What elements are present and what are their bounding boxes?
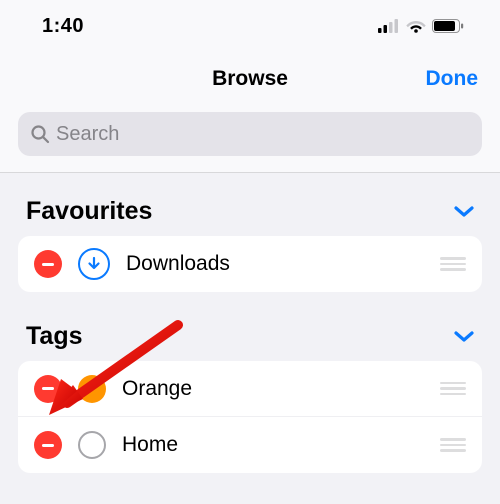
tags-card: Orange Home [18, 361, 482, 473]
drag-handle-icon[interactable] [440, 382, 466, 396]
wifi-icon [406, 19, 426, 33]
downloads-icon [78, 248, 110, 280]
favourites-title: Favourites [26, 197, 152, 226]
delete-button[interactable] [34, 250, 62, 278]
battery-icon [432, 19, 464, 33]
chevron-down-icon [454, 205, 474, 218]
search-container: Search [0, 106, 500, 173]
chevron-down-icon [454, 330, 474, 343]
done-button[interactable]: Done [426, 67, 479, 91]
drag-handle-icon[interactable] [440, 257, 466, 271]
delete-button[interactable] [34, 375, 62, 403]
favourites-row-downloads[interactable]: Downloads [18, 236, 482, 292]
status-bar: 1:40 [0, 0, 500, 52]
tag-color-dot [78, 431, 106, 459]
favourites-card: Downloads [18, 236, 482, 292]
row-label: Downloads [126, 252, 424, 276]
tags-row-home[interactable]: Home [18, 417, 482, 473]
status-time: 1:40 [42, 15, 84, 38]
tags-header[interactable]: Tags [18, 292, 482, 361]
row-label: Home [122, 433, 424, 457]
row-label: Orange [122, 377, 424, 401]
delete-button[interactable] [34, 431, 62, 459]
tags-title: Tags [26, 322, 83, 351]
search-icon [30, 124, 50, 144]
nav-bar: Browse Done [0, 52, 500, 106]
tag-color-dot [78, 375, 106, 403]
tags-row-orange[interactable]: Orange [18, 361, 482, 417]
search-input[interactable]: Search [18, 112, 482, 156]
status-icons [378, 19, 464, 33]
cellular-icon [378, 19, 400, 33]
favourites-header[interactable]: Favourites [18, 173, 482, 236]
search-placeholder: Search [56, 123, 119, 146]
page-title: Browse [212, 67, 288, 91]
drag-handle-icon[interactable] [440, 438, 466, 452]
